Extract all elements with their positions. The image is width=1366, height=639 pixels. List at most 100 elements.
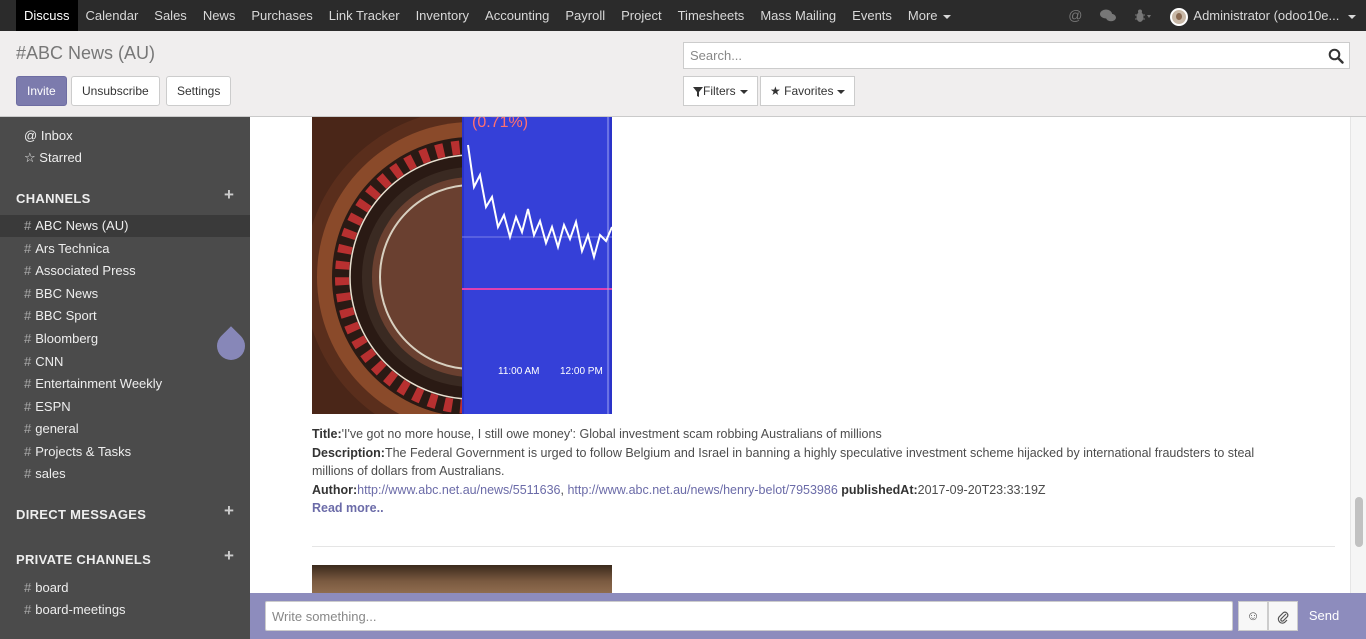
scrollbar-thumb[interactable] xyxy=(1355,497,1363,547)
channel-label: board-meetings xyxy=(35,602,126,617)
channel-label: ABC News (AU) xyxy=(35,218,129,233)
chat-icon[interactable] xyxy=(1091,0,1125,31)
user-name: Administrator (odoo10e... xyxy=(1193,8,1340,23)
sidebar-item-ars-technica[interactable]: # Ars Technica xyxy=(0,238,250,260)
systray: @ Administrator (odoo10e... xyxy=(1059,0,1366,31)
sidebar-item-board[interactable]: # board xyxy=(0,577,250,599)
at-icon[interactable]: @ xyxy=(1059,0,1091,31)
emoji-button[interactable]: ☺ xyxy=(1238,601,1268,631)
unsubscribe-button[interactable]: Unsubscribe xyxy=(71,76,160,106)
article-title: Title:'I've got no more house, I still o… xyxy=(312,425,1312,443)
sidebar-item-entertainment-weekly[interactable]: # Entertainment Weekly xyxy=(0,373,250,395)
add-direct-message-icon[interactable]: + xyxy=(224,501,234,521)
sidebar-item-bloomberg[interactable]: # Bloomberg xyxy=(0,328,250,350)
private-channels-header[interactable]: PRIVATE CHANNELS xyxy=(16,552,151,567)
menu-inventory[interactable]: Inventory xyxy=(408,0,477,31)
star-outline-icon: ☆ xyxy=(24,150,36,165)
add-private-channel-icon[interactable]: + xyxy=(224,546,234,566)
channels-header[interactable]: CHANNELS xyxy=(16,191,91,206)
read-more: Read more.. xyxy=(312,499,1312,517)
sidebar-item-sales[interactable]: # sales xyxy=(0,463,250,485)
star-icon: ★ xyxy=(770,84,781,98)
menu-purchases[interactable]: Purchases xyxy=(243,0,320,31)
sidebar-item-board-meetings[interactable]: # board-meetings xyxy=(0,599,250,621)
channel-label: board xyxy=(35,580,69,595)
next-article-image[interactable] xyxy=(312,565,612,593)
menu-timesheets[interactable]: Timesheets xyxy=(670,0,753,31)
menu-payroll[interactable]: Payroll xyxy=(557,0,613,31)
menu-events[interactable]: Events xyxy=(844,0,900,31)
debug-bug-icon[interactable] xyxy=(1125,0,1161,31)
attach-button[interactable] xyxy=(1268,601,1298,631)
caret-down-icon xyxy=(942,14,951,19)
top-navbar: Discuss Calendar Sales News Purchases Li… xyxy=(0,0,1366,31)
channel-label: general xyxy=(35,421,79,436)
smiley-icon: ☺ xyxy=(1246,608,1260,623)
filters-button[interactable]: Filters xyxy=(683,76,758,106)
hash-icon: # xyxy=(24,399,32,414)
search-icon[interactable] xyxy=(1328,48,1344,64)
read-more-link[interactable]: Read more.. xyxy=(312,501,384,515)
menu-accounting[interactable]: Accounting xyxy=(477,0,557,31)
search-box xyxy=(683,42,1350,69)
hash-icon: # xyxy=(24,444,32,459)
add-channel-icon[interactable]: + xyxy=(224,185,234,205)
article-description: Description:The Federal Government is ur… xyxy=(312,444,1312,462)
message-thread: 11:00 AM 12:00 PM (0.71%) Title:'I've go… xyxy=(250,117,1350,593)
menu-project[interactable]: Project xyxy=(613,0,669,31)
author-label: Author: xyxy=(312,483,358,497)
channel-label: Projects & Tasks xyxy=(35,444,132,459)
article-image[interactable]: 11:00 AM 12:00 PM (0.71%) xyxy=(312,117,612,414)
hash-icon: # xyxy=(24,331,32,346)
menu-news[interactable]: News xyxy=(195,0,244,31)
channel-label: BBC Sport xyxy=(35,308,97,323)
menu-link-tracker[interactable]: Link Tracker xyxy=(321,0,408,31)
page-title: #ABC News (AU) xyxy=(16,43,156,63)
title-value: 'I've got no more house, I still owe mon… xyxy=(341,427,882,441)
send-button[interactable]: Send xyxy=(1300,601,1348,631)
chart-time-label: 11:00 AM xyxy=(498,366,540,377)
sidebar-item-espn[interactable]: # ESPN xyxy=(0,396,250,418)
article-author: Author:http://www.abc.net.au/news/551163… xyxy=(312,481,1312,499)
channel-label: BBC News xyxy=(35,286,99,301)
title-label: Title: xyxy=(312,427,342,441)
menu-sales[interactable]: Sales xyxy=(146,0,195,31)
hash-icon: # xyxy=(24,308,32,323)
published-value: 2017-09-20T23:33:19Z xyxy=(917,483,1046,497)
hash-icon: # xyxy=(24,263,32,278)
scrollbar[interactable] xyxy=(1350,117,1366,593)
message-divider xyxy=(312,546,1335,547)
user-menu[interactable]: Administrator (odoo10e... xyxy=(1161,0,1366,31)
favorites-button[interactable]: ★ Favorites xyxy=(760,76,856,106)
bug-icon xyxy=(1135,9,1152,23)
sidebar-item-general[interactable]: # general xyxy=(0,418,250,440)
sidebar-item-projects-tasks[interactable]: # Projects & Tasks xyxy=(0,441,250,463)
search-input[interactable] xyxy=(684,43,1304,68)
sidebar-item-inbox[interactable]: @ Inbox xyxy=(24,128,73,143)
menu-calendar[interactable]: Calendar xyxy=(78,0,147,31)
direct-messages-header[interactable]: DIRECT MESSAGES xyxy=(16,507,146,522)
sidebar-item-associated-press[interactable]: # Associated Press xyxy=(0,260,250,282)
menu-discuss[interactable]: Discuss xyxy=(16,0,78,31)
sidebar-item-cnn[interactable]: # CNN xyxy=(0,351,250,373)
composer-input[interactable] xyxy=(266,602,1232,630)
starred-label: Starred xyxy=(39,150,82,165)
hash-icon: # xyxy=(24,376,32,391)
author-link[interactable]: http://www.abc.net.au/news/5511636 xyxy=(357,483,560,497)
sidebar-item-bbc-sport[interactable]: # BBC Sport xyxy=(0,305,250,327)
chart-time-label: 12:00 PM xyxy=(560,366,603,377)
published-label: publishedAt: xyxy=(841,483,918,497)
sidebar-item-bbc-news[interactable]: # BBC News xyxy=(0,283,250,305)
invite-button[interactable]: Invite xyxy=(16,76,67,106)
menu-mass-mailing[interactable]: Mass Mailing xyxy=(752,0,844,31)
menu-more[interactable]: More xyxy=(900,0,959,31)
at-icon: @ xyxy=(24,128,38,143)
author-link[interactable]: http://www.abc.net.au/news/henry-belot/7… xyxy=(567,483,837,497)
hash-icon: # xyxy=(24,466,32,481)
settings-button[interactable]: Settings xyxy=(166,76,232,106)
description-label: Description: xyxy=(312,446,385,460)
sidebar-item-abc-news-au[interactable]: # ABC News (AU) xyxy=(0,215,250,237)
sidebar-item-starred[interactable]: ☆ Starred xyxy=(24,150,82,166)
chart-pct-label: (0.71%) xyxy=(472,117,528,131)
caret-down-icon xyxy=(1348,14,1356,19)
